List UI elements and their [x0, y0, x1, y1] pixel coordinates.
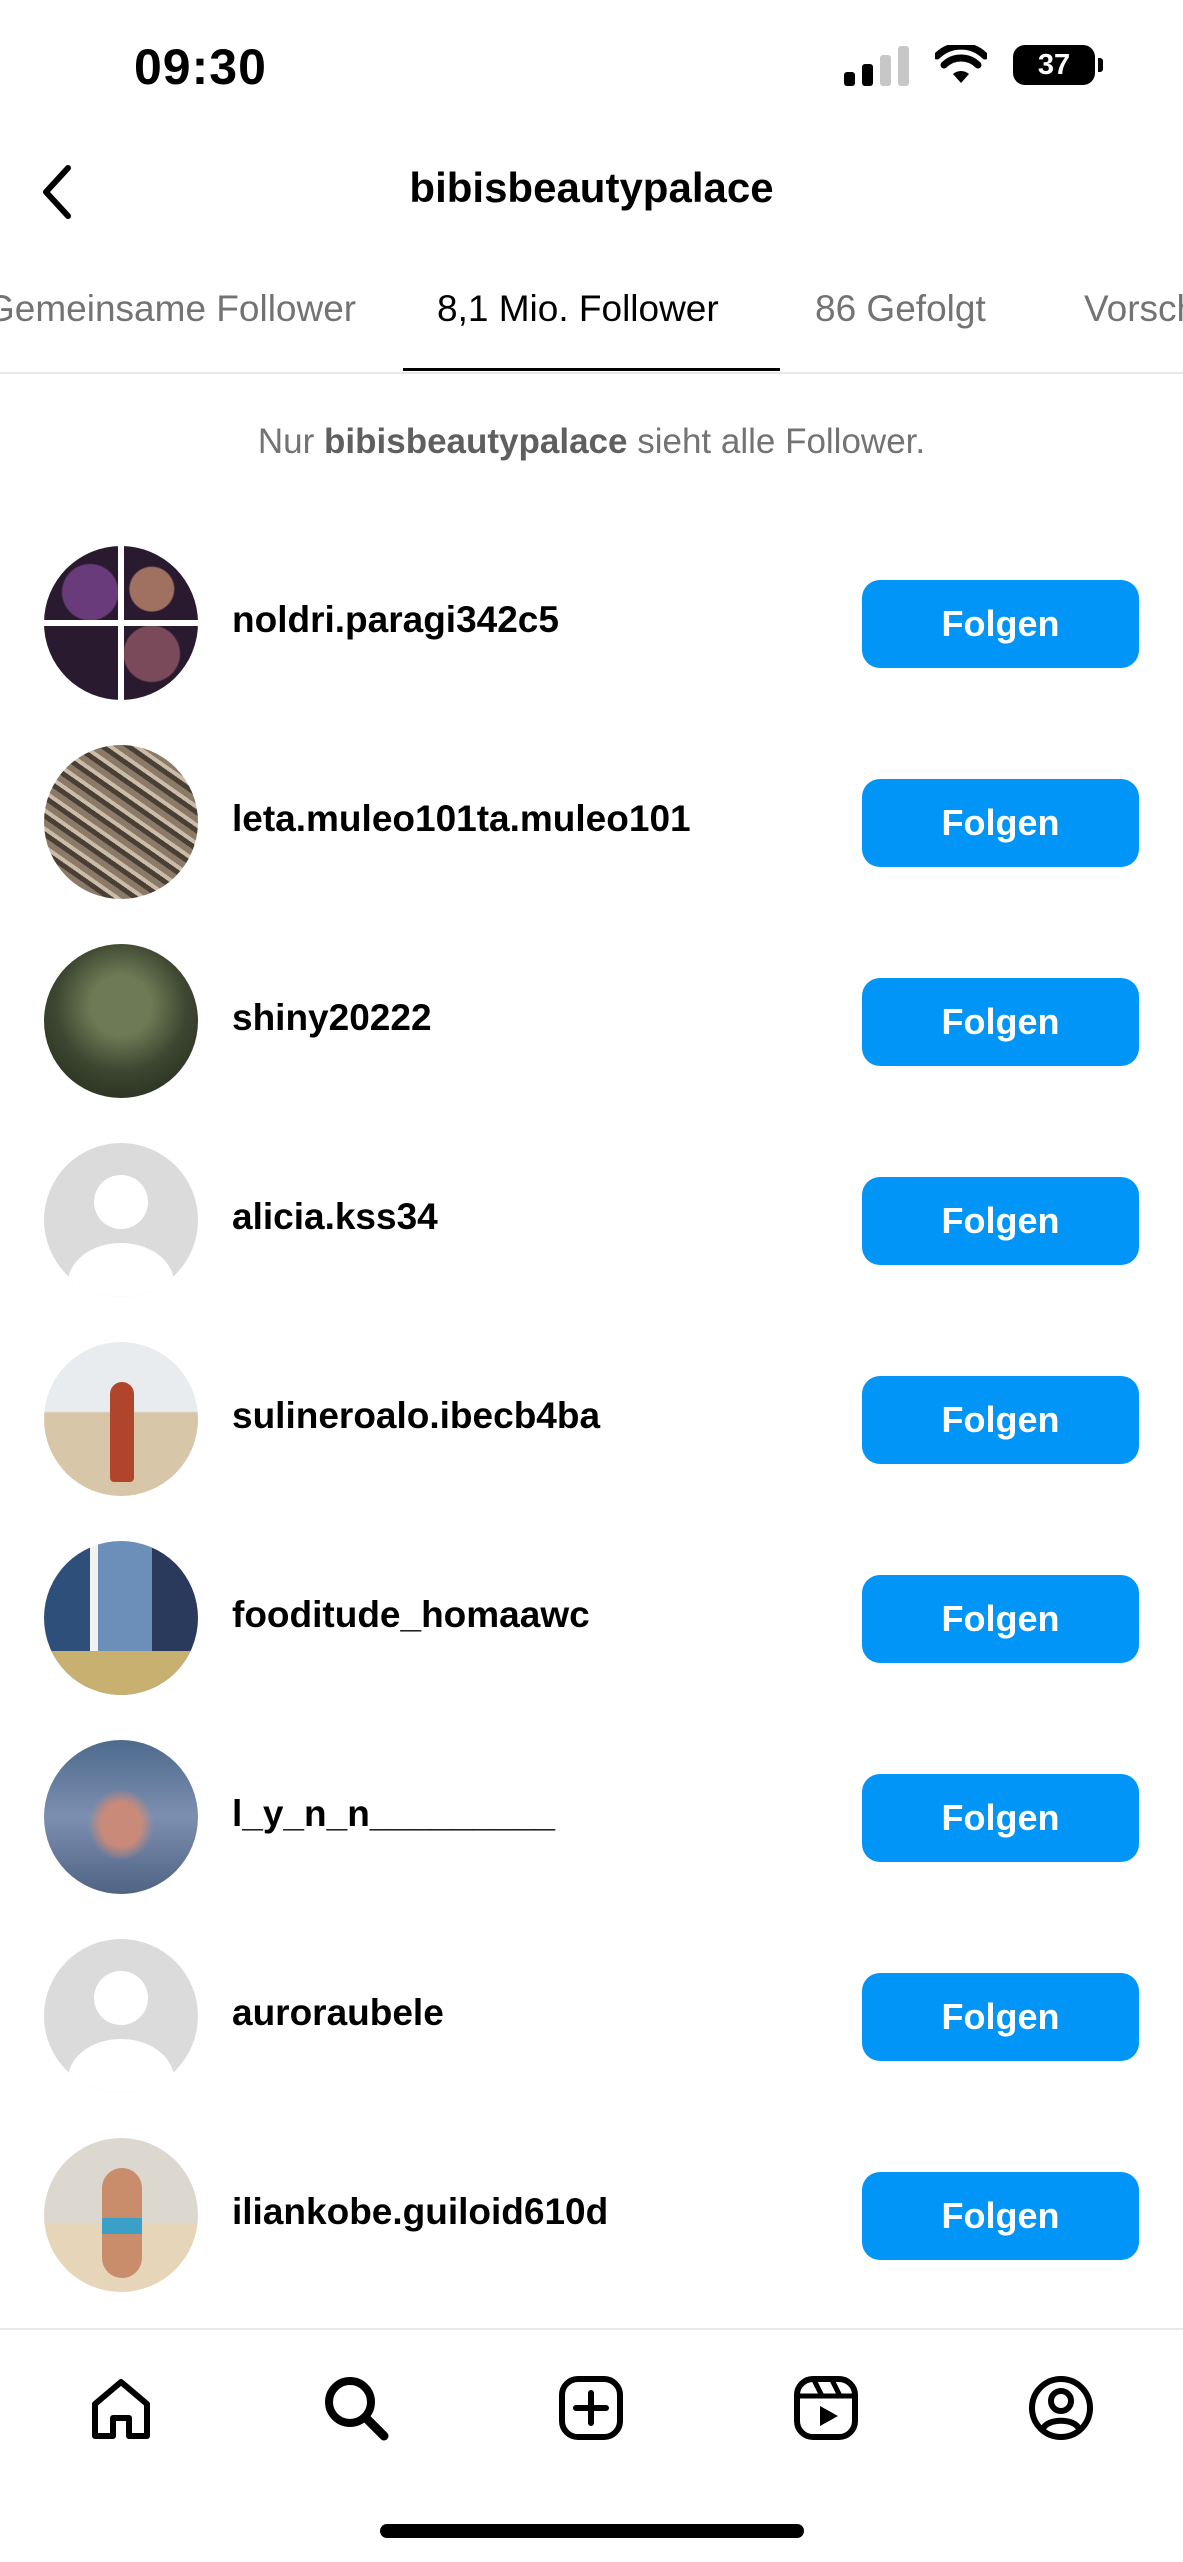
username[interactable]: iliankobe.guiloid610d [232, 2191, 608, 2233]
home-icon [92, 2379, 150, 2439]
active-tab-indicator [403, 368, 780, 371]
page-title: bibisbeautypalace [409, 164, 774, 211]
username[interactable]: alicia.kss34 [232, 1196, 438, 1238]
follow-button[interactable]: Folgen [862, 1973, 1139, 2061]
avatar-figure [102, 2168, 142, 2278]
username[interactable]: shiny20222 [232, 997, 432, 1039]
avatar[interactable] [44, 546, 198, 700]
avatar-body-shape [68, 2039, 174, 2093]
avatar[interactable] [44, 1740, 198, 1894]
nav-profile[interactable] [1021, 2368, 1101, 2448]
bottom-nav [0, 2328, 1183, 2562]
home-indicator[interactable] [380, 2524, 804, 2538]
follow-button[interactable]: Folgen [862, 1774, 1139, 1862]
default-avatar[interactable] [44, 1143, 198, 1297]
avatar-head-shape [94, 1175, 148, 1229]
status-icons: 37 [844, 44, 1103, 86]
follow-button[interactable]: Folgen [862, 1376, 1139, 1464]
list-item[interactable]: noldri.paragi342c5 Folgen [0, 540, 1183, 739]
follow-button[interactable]: Folgen [862, 580, 1139, 668]
username[interactable]: l_y_n_n_________ [232, 1793, 555, 1835]
battery-level: 37 [1037, 48, 1071, 81]
search-icon [325, 2377, 389, 2441]
avatar[interactable] [44, 745, 198, 899]
cellular-signal-icon [844, 44, 909, 86]
username[interactable]: noldri.paragi342c5 [232, 599, 559, 641]
avatar[interactable] [44, 1342, 198, 1496]
create-post-icon [559, 2376, 623, 2440]
tab-bar: Gemeinsame Follower 8,1 Mio. Follower 86… [0, 248, 1183, 374]
list-item[interactable]: alicia.kss34 Folgen [0, 1137, 1183, 1336]
follow-button[interactable]: Folgen [862, 978, 1139, 1066]
notice-prefix: Nur [257, 422, 315, 461]
avatar-detail [44, 1651, 198, 1695]
list-item[interactable]: fooditude_homaawc Folgen [0, 1535, 1183, 1734]
follow-button[interactable]: Folgen [862, 1575, 1139, 1663]
tab-following[interactable]: 86 Gefolgt [815, 288, 986, 330]
profile-icon [1029, 2376, 1093, 2440]
status-bar: 09:30 37 [0, 0, 1183, 140]
avatar-body-shape [68, 1243, 174, 1297]
tab-suggestions[interactable]: Vorschläge [1084, 288, 1183, 330]
nav-home[interactable] [81, 2368, 161, 2448]
nav-create-post[interactable] [551, 2368, 631, 2448]
notice-username: bibisbeautypalace [324, 422, 628, 461]
nav-reels[interactable] [786, 2368, 866, 2448]
list-item[interactable]: auroraubele Folgen [0, 1933, 1183, 2132]
nav-search[interactable] [316, 2368, 396, 2448]
follow-button[interactable]: Folgen [862, 1177, 1139, 1265]
avatar-figure [110, 1382, 134, 1482]
username[interactable]: leta.muleo101ta.muleo101 [232, 798, 691, 840]
avatar[interactable] [44, 2138, 198, 2292]
battery-icon: 37 [1013, 45, 1103, 85]
reels-icon [794, 2376, 858, 2440]
tab-followers[interactable]: 8,1 Mio. Follower [437, 288, 719, 330]
list-item[interactable]: sulineroalo.ibecb4ba Folgen [0, 1336, 1183, 1535]
list-item[interactable]: l_y_n_n_________ Folgen [0, 1734, 1183, 1933]
avatar[interactable] [44, 944, 198, 1098]
username[interactable]: sulineroalo.ibecb4ba [232, 1395, 600, 1437]
avatar[interactable] [44, 1541, 198, 1695]
default-avatar[interactable] [44, 1939, 198, 2093]
status-time: 09:30 [134, 39, 267, 95]
list-item[interactable]: shiny20222 Folgen [0, 938, 1183, 1137]
avatar-head-shape [94, 1971, 148, 2025]
list-item[interactable]: leta.muleo101ta.muleo101 Folgen [0, 739, 1183, 938]
wifi-icon [935, 45, 987, 83]
username[interactable]: auroraubele [232, 1992, 444, 2034]
list-item[interactable]: iliankobe.guiloid610d Folgen [0, 2132, 1183, 2331]
follow-button[interactable]: Folgen [862, 2172, 1139, 2260]
header: bibisbeautypalace [0, 140, 1183, 242]
privacy-notice: Nur bibisbeautypalace sieht alle Followe… [0, 422, 1183, 462]
username[interactable]: fooditude_homaawc [232, 1594, 590, 1636]
notice-suffix: sieht alle Follower. [637, 422, 926, 461]
tab-mutual-followers[interactable]: Gemeinsame Follower [0, 288, 356, 330]
follower-list: noldri.paragi342c5 Folgen leta.muleo101t… [0, 540, 1183, 2331]
follow-button[interactable]: Folgen [862, 779, 1139, 867]
